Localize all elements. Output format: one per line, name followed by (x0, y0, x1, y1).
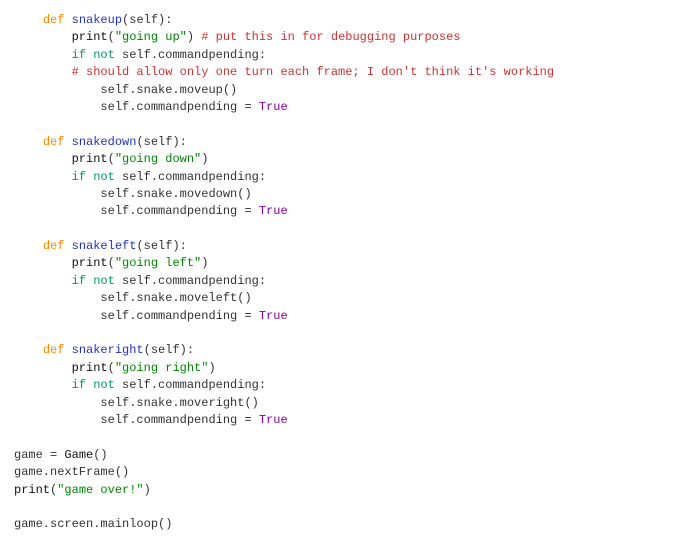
function-name: snakeleft (72, 239, 137, 253)
comment: # put this in for debugging purposes (194, 30, 460, 44)
indent (14, 413, 100, 427)
indent (14, 204, 100, 218)
eq: = (237, 204, 259, 218)
attr: self.commandpending (122, 170, 259, 184)
string-literal: "game over!" (57, 483, 143, 497)
indent (14, 100, 100, 114)
string-literal: "going up" (115, 30, 187, 44)
attr: self.commandpending (122, 48, 259, 62)
indent (14, 291, 100, 305)
attr: self.commandpending (122, 378, 259, 392)
call-print: print (72, 30, 108, 44)
eq: = (237, 100, 259, 114)
function-name: snakeup (72, 13, 122, 27)
keyword-ifnot: if not (72, 378, 115, 392)
const-true: True (259, 413, 288, 427)
attr: self.commandpending (100, 204, 237, 218)
function-name: snakeright (72, 343, 144, 357)
const-true: True (259, 100, 288, 114)
indent (14, 361, 72, 375)
indent (14, 187, 100, 201)
const-true: True (259, 204, 288, 218)
close-paren: ) (144, 483, 151, 497)
call-print: print (72, 361, 108, 375)
indent (14, 170, 72, 184)
string-literal: "going down" (115, 152, 201, 166)
indent (14, 343, 43, 357)
eq: = (237, 413, 259, 427)
colon: : (259, 274, 266, 288)
stmt: game = (14, 448, 64, 462)
open-paren: ( (108, 152, 115, 166)
keyword-def: def (43, 135, 65, 149)
signature: (self): (136, 135, 186, 149)
close-paren: ) (201, 256, 208, 270)
signature: (self): (136, 239, 186, 253)
stmt: game.screen.mainloop() (14, 517, 172, 531)
indent (14, 274, 72, 288)
call: self.snake.moveup() (100, 83, 237, 97)
colon: : (259, 378, 266, 392)
stmt: game.nextFrame() (14, 465, 129, 479)
attr: self.commandpending (100, 309, 237, 323)
string-literal: "going left" (115, 256, 201, 270)
string-literal: "going right" (115, 361, 209, 375)
indent (14, 309, 100, 323)
call-print: print (14, 483, 50, 497)
open-paren: ( (108, 30, 115, 44)
indent (14, 30, 72, 44)
keyword-def: def (43, 343, 65, 357)
close-paren: ) (208, 361, 215, 375)
class-name: Game (64, 448, 93, 462)
close-paren: ) (201, 152, 208, 166)
call-print: print (72, 152, 108, 166)
indent (14, 13, 43, 27)
indent (14, 48, 72, 62)
call: self.snake.movedown() (100, 187, 251, 201)
keyword-ifnot: if not (72, 274, 115, 288)
close-paren: ) (187, 30, 194, 44)
call: self.snake.moveright() (100, 396, 258, 410)
indent (14, 152, 72, 166)
indent (14, 396, 100, 410)
eq: = (237, 309, 259, 323)
indent (14, 135, 43, 149)
attr: self.commandpending (100, 100, 237, 114)
open-paren: ( (108, 256, 115, 270)
call-print: print (72, 256, 108, 270)
indent (14, 239, 43, 253)
signature: (self): (144, 343, 194, 357)
colon: : (259, 170, 266, 184)
indent (14, 378, 72, 392)
indent (14, 65, 72, 79)
attr: self.commandpending (100, 413, 237, 427)
open-paren: ( (108, 361, 115, 375)
comment: # should allow only one turn each frame;… (72, 65, 554, 79)
keyword-def: def (43, 13, 65, 27)
code-block: def snakeup(self): print("going up") # p… (14, 12, 664, 534)
keyword-ifnot: if not (72, 48, 115, 62)
keyword-ifnot: if not (72, 170, 115, 184)
signature: (self): (122, 13, 172, 27)
parens: () (93, 448, 107, 462)
keyword-def: def (43, 239, 65, 253)
call: self.snake.moveleft() (100, 291, 251, 305)
indent (14, 83, 100, 97)
indent (14, 256, 72, 270)
colon: : (259, 48, 266, 62)
attr: self.commandpending (122, 274, 259, 288)
function-name: snakedown (72, 135, 137, 149)
const-true: True (259, 309, 288, 323)
